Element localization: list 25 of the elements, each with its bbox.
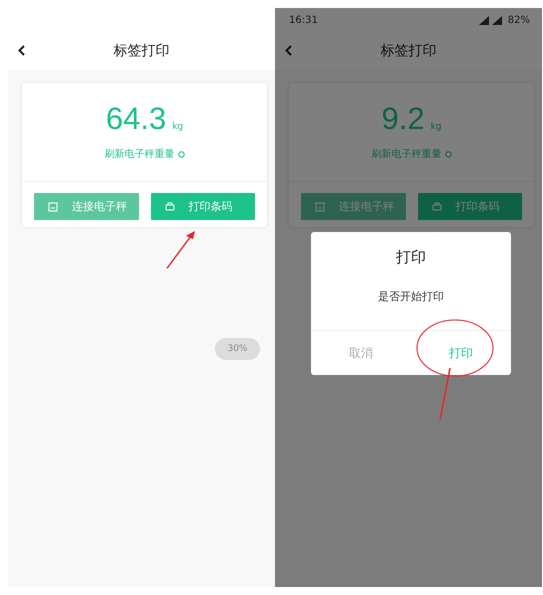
back-icon[interactable] [18,45,25,56]
confirm-button[interactable]: 打印 [411,331,511,375]
page-title: 标签打印 [380,42,436,60]
dialog-title: 打印 [395,248,427,267]
arrow-drawing [165,230,197,270]
weight-unit: kg [430,122,442,132]
cancel-button[interactable]: 取消 [311,331,411,375]
leader-line [438,368,452,420]
status-time: 16:31 [289,14,318,26]
progress-toast: 30% [215,338,260,360]
page-title: 标签打印 [114,42,170,60]
printer-icon [432,202,442,212]
weight-unit: kg [172,122,184,132]
print-barcode-button[interactable]: 打印条码 [150,193,255,220]
weight-value: 64.3 [106,101,166,137]
refresh-link[interactable]: 刷新电子秤重量 [372,147,442,161]
print-barcode-button[interactable]: 打印条码 [418,193,522,220]
signal-icon [478,16,503,24]
battery-level: 82% [508,14,530,26]
dialog-message: 是否开始打印 [377,289,445,304]
printer-icon [164,202,174,212]
scale-icon [48,202,58,212]
scale-icon [315,202,325,212]
weight-value: 9.2 [381,101,425,137]
refresh-link[interactable]: 刷新电子秤重量 [104,147,174,161]
